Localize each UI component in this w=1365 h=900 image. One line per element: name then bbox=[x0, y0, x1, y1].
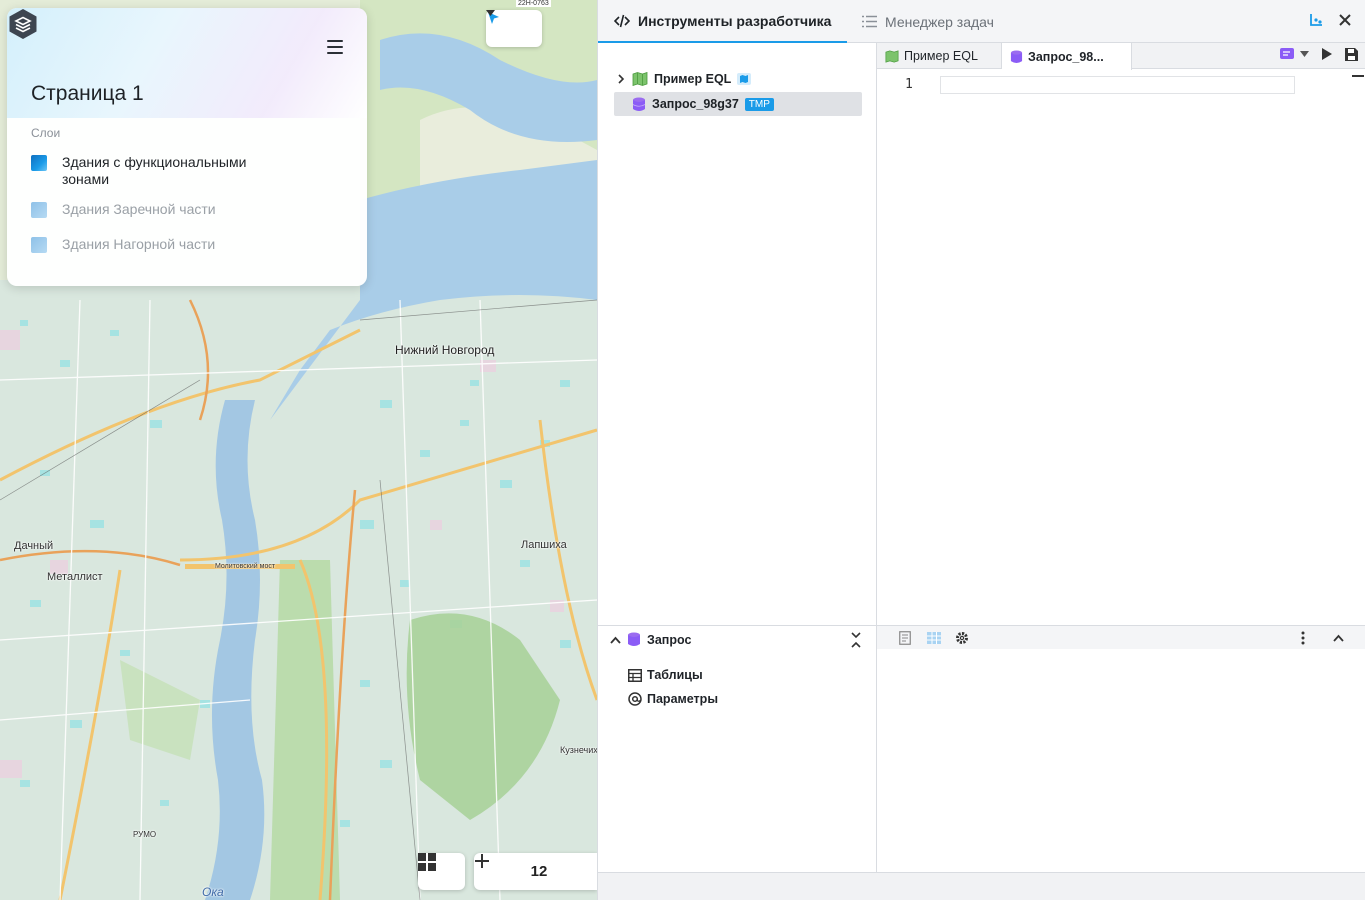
database-icon bbox=[628, 632, 640, 646]
chevron-up-icon[interactable] bbox=[1333, 634, 1344, 642]
query-structure-panel: Запрос Таблицы Параметры bbox=[598, 625, 877, 872]
tmp-badge: TMP bbox=[744, 97, 774, 111]
close-icon[interactable] bbox=[1338, 13, 1352, 27]
database-icon bbox=[632, 97, 646, 111]
line-number: 1 bbox=[905, 77, 913, 92]
tree-item-example-eql[interactable]: Пример EQL bbox=[614, 67, 862, 91]
tab-label: Менеджер задач bbox=[885, 13, 994, 30]
results-toolbar bbox=[877, 626, 1365, 649]
page-title: Страница 1 bbox=[31, 82, 144, 105]
results-panel bbox=[877, 625, 1365, 872]
chevron-right-icon[interactable] bbox=[616, 74, 626, 84]
layer-item-nagornaya[interactable]: Здания Нагорной части bbox=[31, 236, 252, 253]
layer-name: Здания Нагорной части bbox=[62, 236, 216, 252]
map-label-kuznechikha: Кузнечиха bbox=[560, 745, 597, 755]
chevron-down-icon[interactable] bbox=[486, 10, 495, 16]
document-icon[interactable] bbox=[899, 630, 911, 645]
zoom-control: 12 bbox=[474, 853, 597, 890]
layer-item-functional-zones[interactable]: Здания с функциональными зонами bbox=[31, 154, 252, 188]
map-icon bbox=[632, 72, 648, 86]
table-icon bbox=[628, 668, 642, 682]
query-structure-title: Запрос bbox=[647, 632, 692, 647]
dock-icon[interactable] bbox=[1308, 12, 1324, 28]
scrollbar-marker[interactable] bbox=[1352, 75, 1364, 77]
devtools-header: Инструменты разработчика Менеджер задач bbox=[598, 0, 1365, 43]
zoom-level: 12 bbox=[530, 863, 548, 880]
structure-item-tables[interactable]: Таблицы bbox=[628, 668, 703, 682]
query-structure-header[interactable]: Запрос bbox=[610, 632, 691, 647]
database-icon bbox=[1010, 50, 1023, 63]
gear-icon[interactable] bbox=[955, 631, 969, 645]
collapse-all-icon[interactable] bbox=[851, 632, 861, 648]
map-label-lapshikha: Лапшиха bbox=[521, 539, 567, 551]
structure-item-label: Таблицы bbox=[647, 668, 703, 682]
layer-swatch-icon[interactable] bbox=[31, 202, 47, 218]
map-label-road-code: 22Н-0763 bbox=[516, 0, 551, 7]
devtools-panel: Инструменты разработчика Менеджер задач bbox=[597, 0, 1365, 900]
select-tool-button[interactable] bbox=[486, 10, 542, 47]
map-label-oka: Ока bbox=[202, 885, 224, 899]
editor-tab-label: Пример EQL bbox=[904, 49, 978, 63]
editor-tab-query[interactable]: Запрос_98... bbox=[1002, 43, 1132, 70]
tab-task-manager[interactable]: Менеджер задач bbox=[846, 0, 1010, 43]
code-editor: Пример EQL Запрос_98... 1 bbox=[877, 43, 1365, 625]
code-input[interactable] bbox=[940, 76, 1295, 94]
table-view-icon[interactable] bbox=[927, 631, 941, 644]
at-icon bbox=[628, 692, 642, 706]
structure-item-label: Параметры bbox=[647, 692, 718, 706]
layer-name: Здания Заречной части bbox=[62, 201, 216, 217]
editor-tab-example-eql[interactable]: Пример EQL bbox=[877, 43, 1002, 69]
grid-icon bbox=[418, 853, 436, 871]
menu-icon[interactable] bbox=[327, 40, 343, 54]
tree-item-query[interactable]: Запрос_98g37 TMP bbox=[614, 92, 862, 116]
tab-developer-tools[interactable]: Инструменты разработчика bbox=[598, 0, 848, 43]
map-label-dachny: Дачный bbox=[14, 540, 54, 552]
map-label-rumo: РУМО bbox=[133, 830, 157, 839]
map-label-bridge: Молитовский мост bbox=[215, 563, 276, 570]
map-icon bbox=[885, 49, 899, 63]
tree-item-label: Пример EQL bbox=[654, 72, 732, 86]
layer-item-zarechnaya[interactable]: Здания Заречной части bbox=[31, 201, 252, 218]
basemap-grid-button[interactable] bbox=[418, 853, 465, 890]
layers-caption: Слои bbox=[31, 126, 61, 140]
map-view[interactable]: Нижний Новгород Дачный Металлист Лапшиха… bbox=[0, 0, 597, 900]
map-label-metallist: Металлист bbox=[47, 571, 103, 583]
more-vertical-icon[interactable] bbox=[1301, 631, 1305, 645]
query-explorer: Пример EQL Запрос_98g37 TMP bbox=[598, 43, 877, 625]
map-label-city: Нижний Новгород bbox=[395, 343, 495, 357]
app-logo-icon bbox=[9, 9, 37, 39]
map-badge-icon bbox=[737, 73, 752, 85]
tree-item-label: Запрос_98g37 bbox=[652, 97, 739, 111]
editor-tab-label: Запрос_98... bbox=[1028, 49, 1104, 64]
layers-panel: Страница 1 Слои Здания с функциональными… bbox=[7, 8, 367, 286]
sql-format-icon[interactable] bbox=[1280, 47, 1296, 61]
save-icon[interactable] bbox=[1345, 47, 1358, 61]
editor-tabs: Пример EQL Запрос_98... bbox=[877, 43, 1365, 70]
list-icon bbox=[862, 15, 877, 28]
layer-name: Здания с функциональными зонами bbox=[62, 154, 247, 187]
run-icon[interactable] bbox=[1321, 47, 1333, 61]
chevron-up-icon[interactable] bbox=[610, 636, 621, 644]
status-bar bbox=[598, 872, 1365, 900]
chevron-down-icon[interactable] bbox=[1300, 51, 1309, 57]
structure-item-parameters[interactable]: Параметры bbox=[628, 692, 718, 706]
tab-label: Инструменты разработчика bbox=[638, 12, 832, 29]
minus-icon bbox=[475, 860, 489, 862]
layer-swatch-icon[interactable] bbox=[31, 237, 47, 253]
zoom-out-button[interactable] bbox=[475, 853, 597, 890]
code-icon bbox=[614, 14, 630, 27]
layer-swatch-icon[interactable] bbox=[31, 155, 47, 171]
